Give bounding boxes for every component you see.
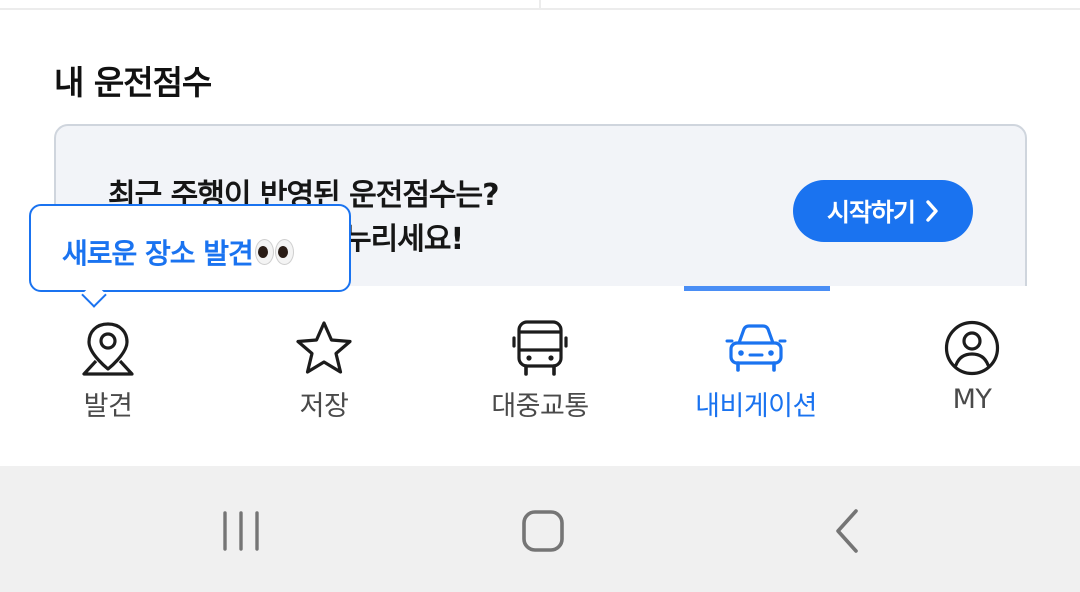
tab-my[interactable]: MY <box>892 316 1052 436</box>
tab-transit[interactable]: 대중교통 <box>460 316 620 436</box>
star-icon <box>294 316 354 380</box>
tab-saved[interactable]: 저장 <box>244 316 404 436</box>
chevron-right-icon <box>926 200 938 222</box>
screen: 내 운전점수 최근 주행이 반영된 운전점수는? 택 누리세요! 시작하기 발견 <box>0 0 1080 592</box>
tab-label: 내비게이션 <box>695 391 817 422</box>
top-vertical-separator <box>539 0 541 9</box>
system-navigation-bar <box>0 466 1080 592</box>
user-circle-icon <box>943 316 1001 380</box>
tab-navigation[interactable]: 내비게이션 <box>676 316 836 436</box>
bottom-tab-bar: 발견 저장 대중교통 내비게이션 MY <box>0 286 1080 466</box>
active-tab-indicator <box>684 286 830 291</box>
back-icon[interactable] <box>817 506 877 556</box>
discover-tooltip[interactable]: 새로운 장소 발견 <box>29 204 351 308</box>
start-button[interactable]: 시작하기 <box>793 180 973 242</box>
car-icon <box>725 316 787 380</box>
tab-discover[interactable]: 발견 <box>28 316 188 436</box>
tab-label: 대중교통 <box>491 391 589 422</box>
home-icon[interactable] <box>513 506 573 556</box>
tab-label: 저장 <box>299 391 349 422</box>
tooltip-text: 새로운 장소 발견 <box>62 232 294 272</box>
bus-icon <box>511 316 569 380</box>
start-button-label: 시작하기 <box>826 198 916 227</box>
tab-label: 발견 <box>83 391 133 422</box>
map-pin-icon <box>80 316 136 380</box>
tooltip-label: 새로운 장소 발견 <box>62 237 254 270</box>
tab-label: MY <box>952 384 992 415</box>
section-title: 내 운전점수 <box>54 63 212 102</box>
eyes-emoji-icon <box>254 239 294 265</box>
recent-apps-icon[interactable] <box>211 506 271 556</box>
